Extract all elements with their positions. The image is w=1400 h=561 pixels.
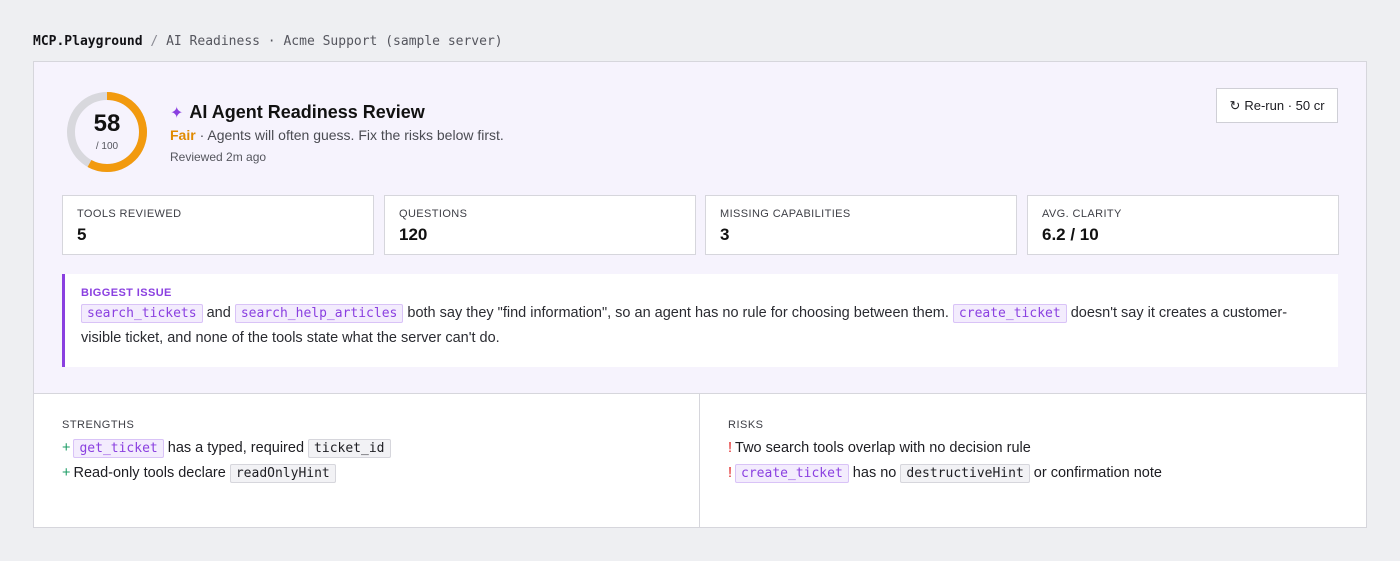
reviewed-timestamp: Reviewed 2m ago: [170, 150, 267, 164]
stat-label: MISSING CAPABILITIES: [720, 208, 851, 220]
readiness-card: 58 / 100 ✦ AI Agent Readiness Review Fair…: [33, 61, 1367, 528]
score-value: 58: [93, 110, 121, 137]
strength-item: + get_ticket has a typed, required ticket…: [62, 439, 671, 458]
strength-item: + Read-only tools declare readOnlyHint: [62, 464, 671, 483]
issue-text: and: [202, 305, 235, 321]
warning-icon: !: [728, 440, 733, 456]
review-summary: 58 / 100 ✦ AI Agent Readiness Review Fair…: [34, 62, 1366, 394]
field-code: destructiveHint: [900, 464, 1030, 483]
stat-label: AVG. CLARITY: [1042, 208, 1122, 220]
score-max: / 100: [95, 141, 119, 152]
score-gauge: 58 / 100: [65, 90, 149, 174]
breadcrumb: MCP.Playground / AI Readiness · Acme Sup…: [33, 34, 503, 49]
tool-code: create_ticket: [735, 464, 849, 483]
item-text: Read-only tools declare: [73, 465, 230, 481]
biggest-issue-callout: BIGGEST ISSUE search_tickets and search_…: [62, 274, 1338, 367]
stat-label: QUESTIONS: [399, 208, 468, 220]
item-text: or confirmation note: [1029, 465, 1162, 481]
risk-item: ! create_ticket has no destructiveHint or…: [728, 464, 1338, 483]
field-code: ticket_id: [308, 439, 391, 458]
strengths-title: STRENGTHS: [62, 419, 135, 431]
review-title-text: AI Agent Readiness Review: [189, 102, 425, 122]
biggest-issue-text: search_tickets and search_help_articles …: [81, 301, 1322, 351]
stat-missing-capabilities: MISSING CAPABILITIES 3: [705, 195, 1017, 255]
sparkle-icon: ✦: [170, 105, 184, 122]
rerun-button[interactable]: ↻ Re-run · 50 cr: [1216, 88, 1338, 123]
page-title: ✦ AI Agent Readiness Review: [170, 102, 425, 123]
item-text: Two search tools overlap with no decisio…: [735, 440, 1031, 456]
issue-text: both say they "find information", so an …: [403, 305, 953, 321]
warning-icon: !: [728, 465, 733, 481]
plus-icon: +: [62, 465, 71, 481]
rating-badge: Fair: [170, 127, 196, 143]
stat-value: 3: [720, 225, 730, 244]
rating-line: Fair · Agents will often guess. Fix the …: [170, 127, 504, 143]
risks-panel: RISKS ! Two search tools overlap with no …: [700, 394, 1366, 527]
field-code: readOnlyHint: [229, 464, 336, 483]
refresh-icon: ↻: [1229, 97, 1241, 113]
tool-code: search_tickets: [81, 304, 203, 323]
stat-questions: QUESTIONS 120: [384, 195, 696, 255]
stat-value: 120: [399, 225, 428, 244]
strengths-panel: STRENGTHS + get_ticket has a typed, requi…: [34, 394, 700, 527]
breadcrumb-path: AI Readiness · Acme Support (sample serv…: [166, 34, 503, 49]
risk-item: ! Two search tools overlap with no decisi…: [728, 440, 1338, 456]
item-text: has a typed, required: [163, 440, 309, 456]
tool-code: create_ticket: [952, 304, 1067, 323]
stat-value: 5: [77, 225, 87, 244]
stat-label: TOOLS REVIEWED: [77, 208, 182, 220]
tool-code: search_help_articles: [234, 304, 404, 323]
stat-tools-reviewed: TOOLS REVIEWED 5: [62, 195, 374, 255]
rating-description: · Agents will often guess. Fix the risks…: [195, 127, 504, 143]
tool-code: get_ticket: [73, 439, 164, 458]
plus-icon: +: [62, 440, 71, 456]
breadcrumb-brand[interactable]: MCP.Playground: [33, 34, 143, 49]
breadcrumb-separator: /: [150, 34, 159, 49]
stat-value: 6.2 / 10: [1042, 225, 1099, 244]
risks-title: RISKS: [728, 419, 764, 431]
item-text: has no: [848, 465, 901, 481]
stat-avg-clarity: AVG. CLARITY 6.2 / 10: [1027, 195, 1339, 255]
biggest-issue-label: BIGGEST ISSUE: [81, 287, 172, 299]
rerun-label: Re-run · 50 cr: [1244, 98, 1325, 113]
